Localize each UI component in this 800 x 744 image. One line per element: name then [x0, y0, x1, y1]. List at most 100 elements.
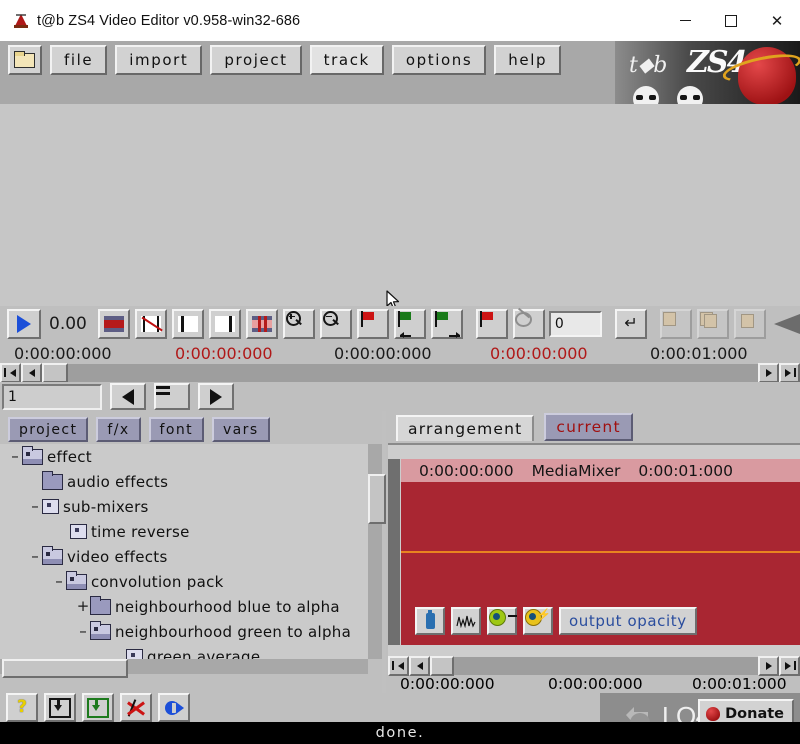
- arr-scroll-right-button[interactable]: [758, 656, 779, 676]
- track-mediamixer[interactable]: 0:00:00:000 MediaMixer 0:00:01:000 ⚡ out…: [401, 459, 800, 645]
- arrangement-panel: arrangement current 0:00:00:000 MediaMix…: [386, 411, 800, 726]
- tab-current[interactable]: current: [544, 413, 633, 441]
- tree-item-sub-mixers[interactable]: – sub-mixers: [0, 494, 368, 519]
- close-icon: ✕: [770, 12, 784, 30]
- cut-slash-button[interactable]: [134, 309, 167, 339]
- exit-button[interactable]: [158, 693, 190, 722]
- folder-open-media-icon: [89, 620, 111, 640]
- menu-item-help[interactable]: help: [494, 45, 562, 75]
- red-flag-button[interactable]: [356, 309, 389, 339]
- tree-toggle[interactable]: –: [28, 549, 42, 564]
- timeline-hscrollbar[interactable]: [0, 363, 800, 383]
- scroll-end-button[interactable]: [779, 363, 800, 383]
- minimize-button[interactable]: [662, 0, 708, 41]
- loop-count-input[interactable]: 0: [548, 311, 602, 337]
- open-folder-icon[interactable]: [8, 45, 42, 75]
- waveform-button[interactable]: [451, 607, 481, 635]
- tree-vscroll-thumb[interactable]: [368, 474, 386, 524]
- zone-select-button[interactable]: [245, 309, 278, 339]
- import-button[interactable]: [44, 693, 76, 722]
- effects-tree[interactable]: – effect audio effects – sub-mixers time…: [0, 444, 368, 659]
- scroll-right-button[interactable]: [758, 363, 779, 383]
- lower-split: project f/x font vars – effect audio eff…: [0, 411, 800, 726]
- tab-arrangement[interactable]: arrangement: [396, 415, 535, 441]
- menu-item-project[interactable]: project: [210, 45, 302, 75]
- tree-toggle[interactable]: –: [8, 449, 22, 464]
- left-arrow-icon[interactable]: [774, 314, 800, 334]
- prev-frame-button[interactable]: [110, 383, 146, 410]
- mark-in-button[interactable]: [171, 309, 204, 339]
- tree-toggle[interactable]: –: [76, 624, 90, 639]
- folder-open-media-icon: [65, 570, 87, 590]
- tree-item-effect[interactable]: – effect: [0, 444, 368, 469]
- track-header: 0:00:00:000 MediaMixer 0:00:01:000: [401, 459, 800, 482]
- frame-number-input[interactable]: 1: [2, 383, 102, 410]
- tree-item-neighbourhood-green-to-alpha[interactable]: – neighbourhood green to alpha: [0, 619, 368, 644]
- keyframe-yellow-button[interactable]: ⚡: [523, 607, 553, 635]
- arr-scroll-home-button[interactable]: [388, 656, 409, 676]
- arrangement-tab-bar: arrangement current: [386, 413, 633, 441]
- zoom-in-button[interactable]: [282, 309, 315, 339]
- automation-line[interactable]: [401, 551, 800, 553]
- tree-item-video-effects[interactable]: – video effects: [0, 544, 368, 569]
- red-flag-back-button[interactable]: [475, 309, 508, 339]
- tab-fx[interactable]: f/x: [96, 417, 141, 442]
- track-left-gutter[interactable]: [388, 459, 400, 645]
- play-button[interactable]: [7, 309, 41, 339]
- tree-item-audio-effects[interactable]: audio effects: [0, 469, 368, 494]
- mark-out-button[interactable]: [208, 309, 241, 339]
- tab-project[interactable]: project: [8, 417, 89, 442]
- keyframe-yellow-icon: ⚡: [525, 609, 551, 629]
- close-button[interactable]: ✕: [754, 0, 800, 41]
- tab-font[interactable]: font: [148, 417, 204, 442]
- tree-item-convolution-pack[interactable]: – convolution pack: [0, 569, 368, 594]
- tree-toggle[interactable]: –: [28, 499, 42, 514]
- equals-button[interactable]: [154, 383, 190, 410]
- menu-item-options[interactable]: options: [391, 45, 487, 75]
- delete-button[interactable]: [120, 693, 152, 722]
- menu-item-file[interactable]: file: [50, 45, 108, 75]
- folder-open-media-icon: [41, 545, 63, 565]
- prev-frame-icon: [122, 388, 134, 405]
- mixer-info-button[interactable]: [415, 607, 445, 635]
- apply-button[interactable]: ↵: [615, 309, 647, 339]
- keyframe-green-button[interactable]: [487, 607, 517, 635]
- hscroll-thumb[interactable]: [42, 363, 68, 383]
- zoom-out-button[interactable]: [319, 309, 352, 339]
- loop-button[interactable]: [512, 307, 545, 339]
- scroll-home-button[interactable]: [0, 363, 21, 383]
- tree-item-neighbourhood-blue-to-alpha[interactable]: + neighbourhood blue to alpha: [0, 594, 368, 619]
- brand-tab-text: t⬥b: [629, 53, 668, 78]
- track-bars-button[interactable]: [97, 309, 130, 339]
- next-frame-button[interactable]: [198, 383, 234, 410]
- tree-item-green-average[interactable]: green average: [0, 644, 368, 659]
- export-green-icon: [87, 697, 109, 718]
- menu-item-import[interactable]: import: [115, 45, 203, 75]
- ruler-mark: 0:00:00:000: [334, 344, 432, 363]
- preview-canvas[interactable]: [0, 104, 800, 310]
- arrangement-hscrollbar[interactable]: [388, 656, 800, 676]
- tree-hscrollbar[interactable]: [0, 659, 368, 678]
- help-button[interactable]: ?: [6, 693, 38, 722]
- export-button[interactable]: [82, 693, 114, 722]
- maximize-button[interactable]: [708, 0, 754, 41]
- tree-item-time-reverse[interactable]: time reverse: [0, 519, 368, 544]
- tree-item-label: neighbourhood blue to alpha: [115, 597, 340, 616]
- duplicate-button[interactable]: [734, 309, 766, 339]
- tree-hscroll-thumb[interactable]: [2, 659, 128, 678]
- menu-item-track[interactable]: track: [309, 45, 384, 75]
- green-flag-right-button[interactable]: [430, 309, 463, 339]
- tree-toggle[interactable]: –: [52, 574, 66, 589]
- arr-scroll-end-button[interactable]: [779, 656, 800, 676]
- copy-button[interactable]: [660, 309, 692, 339]
- tree-item-label: convolution pack: [91, 572, 224, 591]
- arr-scroll-left-button[interactable]: [409, 656, 430, 676]
- arr-hscroll-thumb[interactable]: [430, 656, 454, 676]
- tree-toggle[interactable]: +: [76, 599, 90, 614]
- green-flag-left-button[interactable]: [393, 309, 426, 339]
- scroll-left-button[interactable]: [21, 363, 42, 383]
- parameter-label[interactable]: output opacity: [559, 607, 697, 635]
- tree-vscrollbar[interactable]: [368, 444, 386, 659]
- paste-button[interactable]: [697, 309, 729, 339]
- tab-vars[interactable]: vars: [212, 417, 270, 442]
